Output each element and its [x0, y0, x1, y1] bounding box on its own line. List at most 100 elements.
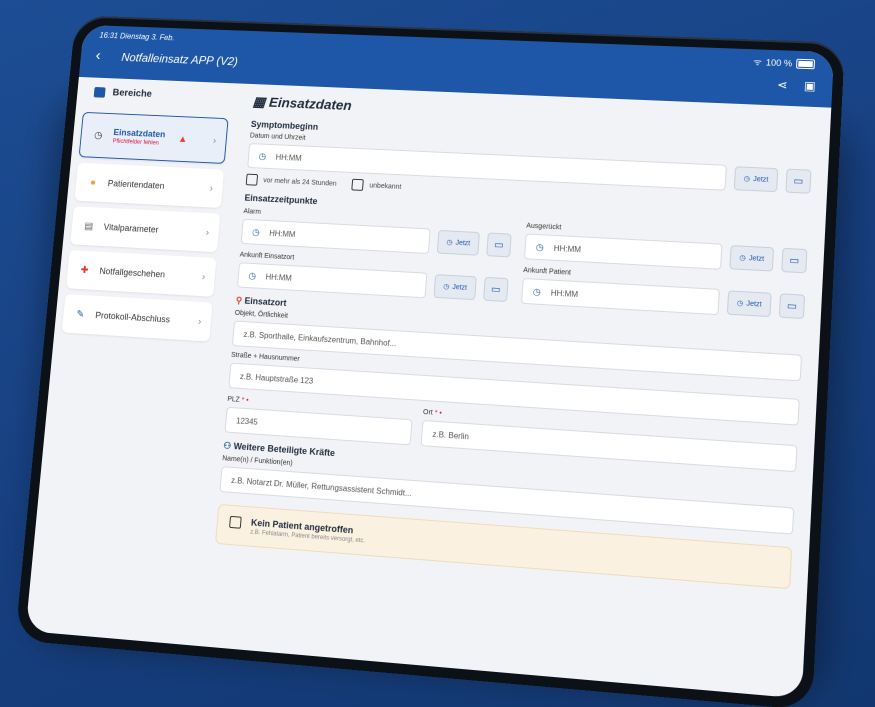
now-label: Jetzt [452, 283, 468, 292]
clock-icon: ◷ [535, 241, 545, 252]
app-actions: ⋖ ▣ [777, 78, 816, 93]
clock-icon: ◷ [446, 239, 453, 247]
now-button[interactable]: ◷ Jetzt [733, 166, 779, 193]
sidebar-item-einsatzdaten[interactable]: ◷ Einsatzdaten Pflichtfelder fehlen ▲ › [78, 111, 229, 164]
chevron-right-icon: › [197, 315, 202, 327]
alarm-group: Alarm ◷ HH:MM ◷ Jetzt ▭ [240, 206, 513, 258]
share-icon[interactable]: ⋖ [777, 78, 788, 92]
location-pin-icon: ⚲ [235, 295, 243, 306]
calendar-button[interactable]: ▭ [486, 232, 512, 258]
checkbox-icon [229, 515, 242, 529]
calendar-icon: ▭ [793, 175, 804, 187]
now-label: Jetzt [455, 239, 471, 247]
calendar-button[interactable]: ▭ [785, 168, 812, 194]
placeholder-text: z.B. Notarzt Dr. Müller, Rettungsassiste… [230, 475, 413, 498]
sidebar-item-notfallgeschehen[interactable]: ✚ Notfallgeschehen › [66, 249, 217, 297]
chevron-right-icon: › [201, 271, 206, 283]
checkbox-icon [245, 173, 259, 186]
placeholder-text: HH:MM [275, 152, 302, 163]
sidebar-item-vitalparameter[interactable]: ▤ Vitalparameter › [70, 206, 221, 253]
section-place-text: Einsatzort [244, 295, 287, 308]
calendar-icon: ▭ [490, 283, 501, 296]
battery-text: 100 % [765, 57, 793, 68]
calendar-icon: ▭ [493, 239, 505, 251]
sidebar-item-warning: Pflichtfelder fehlen [112, 138, 159, 147]
battery-icon [796, 58, 816, 69]
ankunft-einsatzort-group: Ankunft Einsatzort ◷ HH:MM ◷ Jetzt ▭ [236, 250, 510, 303]
date-text: Dienstag 3. Feb. [119, 31, 175, 43]
document-icon: ▤ [83, 220, 94, 232]
status-time: 16:31 Dienstag 3. Feb. [99, 31, 175, 42]
required-mark: * • [434, 409, 442, 418]
now-label: Jetzt [748, 254, 765, 263]
clock-icon: ◷ [443, 283, 450, 291]
now-button[interactable]: ◷ Jetzt [436, 229, 480, 256]
required-mark: * • [241, 396, 249, 405]
placeholder-text: HH:MM [553, 243, 582, 254]
app-title: Notfalleinsatz APP (V2) [120, 50, 239, 69]
sidebar-item-label: Protokoll-Abschluss [94, 310, 171, 325]
clock-icon: ◷ [258, 150, 267, 161]
sidebar-item-label: Notfallgeschehen [99, 266, 166, 280]
ankunft-patient-group: Ankunft Patient ◷ HH:MM ◷ Jetzt ▭ [520, 265, 806, 320]
placeholder-text: z.B. Sporthalle, Einkaufszentrum, Bahnho… [243, 329, 397, 348]
placeholder-text: HH:MM [265, 272, 293, 283]
calendar-button[interactable]: ▭ [778, 293, 806, 320]
person-icon: ● [89, 177, 97, 188]
placeholder-text: HH:MM [268, 228, 296, 239]
no-patient-text: Kein Patient angetroffen z.B. Fehlalarm,… [250, 517, 366, 544]
calendar-icon: ▭ [786, 300, 798, 313]
clock-icon: ◷ [248, 270, 257, 281]
medkit-icon: ✚ [80, 264, 90, 276]
sidebar-item-label: Patientendaten [107, 178, 165, 191]
over-24h-checkbox[interactable]: vor mehr als 24 Stunden [245, 173, 337, 190]
clock-icon: ◷ [739, 254, 746, 263]
sidebar-item-label: Einsatzdaten [113, 127, 166, 140]
now-button[interactable]: ◷ Jetzt [729, 245, 775, 272]
checkbox-label: unbekannt [369, 182, 402, 191]
now-label: Jetzt [752, 175, 769, 184]
placeholder-text: 12345 [235, 415, 259, 427]
placeholder-text: HH:MM [550, 288, 579, 299]
chevron-right-icon: › [212, 135, 217, 146]
alarm-time-field[interactable]: ◷ HH:MM [240, 218, 431, 255]
sidebar-item-label: Vitalparameter [103, 222, 159, 235]
clock-text: 16:31 [99, 31, 119, 41]
sidebar-item-text: Einsatzdaten Pflichtfelder fehlen [112, 127, 165, 146]
screen: 16:31 Dienstag 3. Feb. ᯤ 100 % ‹ Notfall… [25, 24, 835, 699]
ankunft-einsatzort-field[interactable]: ◷ HH:MM [236, 262, 428, 299]
warning-icon: ▲ [177, 133, 188, 145]
save-icon[interactable]: ▣ [804, 79, 816, 93]
sidebar-item-patientendaten[interactable]: ● Patientendaten › [74, 162, 225, 208]
sidebar-item-protokoll[interactable]: ✎ Protokoll-Abschluss › [61, 293, 213, 342]
ausgerueckt-time-field[interactable]: ◷ HH:MM [523, 233, 723, 270]
calendar-note-icon: ▦ [252, 93, 267, 110]
ankunft-patient-field[interactable]: ◷ HH:MM [520, 277, 721, 316]
clock-icon: ◷ [93, 129, 103, 141]
backdrop: 16:31 Dienstag 3. Feb. ᯤ 100 % ‹ Notfall… [0, 0, 875, 707]
medical-case-icon [93, 86, 106, 98]
chevron-right-icon: › [205, 227, 210, 238]
placeholder-text: z.B. Berlin [432, 429, 470, 441]
sidebar-heading-text: Bereiche [112, 87, 153, 100]
checkbox-label: vor mehr als 24 Stunden [263, 176, 337, 188]
clock-icon: ◷ [743, 175, 751, 183]
chevron-right-icon: › [209, 182, 214, 194]
status-right: ᯤ 100 % [753, 55, 816, 70]
now-button[interactable]: ◷ Jetzt [433, 274, 477, 301]
calendar-button[interactable]: ▭ [781, 247, 808, 274]
calendar-icon: ▭ [789, 254, 800, 267]
clock-icon: ◷ [251, 226, 261, 237]
now-button[interactable]: ◷ Jetzt [726, 290, 772, 318]
checkbox-icon [351, 178, 365, 191]
placeholder-text: z.B. Hauptstraße 123 [239, 371, 314, 386]
calendar-button[interactable]: ▭ [483, 276, 509, 303]
unknown-checkbox[interactable]: unbekannt [351, 178, 402, 193]
plz-label-text: PLZ [227, 395, 241, 404]
main-content: ▦ Einsatzdaten Symptombeginn Datum und U… [191, 83, 832, 698]
tablet-frame: 16:31 Dienstag 3. Feb. ᯤ 100 % ‹ Notfall… [15, 15, 845, 707]
back-icon[interactable]: ‹ [95, 48, 101, 65]
now-label: Jetzt [746, 300, 762, 308]
clock-icon: ◷ [736, 300, 744, 308]
plz-group: PLZ * • 12345 [224, 394, 414, 446]
